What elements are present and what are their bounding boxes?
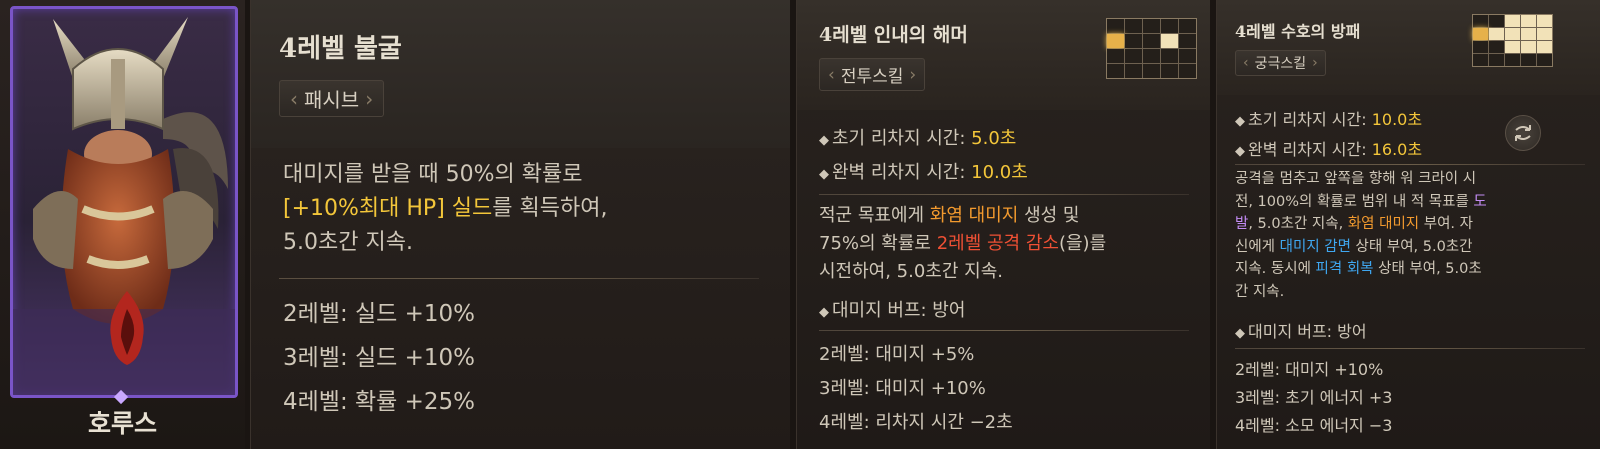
desc-text: 적군 목표에게 [819,205,930,226]
swap-arrows-icon [1515,125,1531,141]
ult-desc-line: 신에게 대미지 감면 상태 부여, 5.0초간 [1235,236,1597,259]
desc-text: 전, 100%의 확률로 범위 내 적 목표를 [1235,193,1474,210]
ultimate-title: 4레벨 수호의 방패 [1235,22,1361,41]
chevron-right-icon: › [365,86,374,111]
stat-value: 10.0초 [971,162,1028,183]
ultimate-level-3: 3레벨: 초기 에너지 +3 [1235,388,1393,407]
desc-text: 상태 부여, 5.0초간 [1350,238,1473,255]
battle-title: 4레벨 인내의 해머 [819,24,968,46]
stat-label: 초기 리차지 시간: [832,128,972,149]
desc-text: 부여. 자 [1419,216,1473,232]
damage-reduction-highlight: 대미지 감면 [1279,238,1351,255]
desc-text: 신에게 [1235,238,1280,255]
swap-icon[interactable] [1505,115,1541,151]
passive-level-4: 4레벨: 확률 +25% [283,389,476,415]
attack-down-highlight: 2레벨 공격 감소 [936,233,1059,254]
diamond-bullet-icon: ◆ [1235,326,1245,341]
passive-description: 대미지를 받을 때 50%의 확률로 [+10%최대 HP] 실드를 획득하여,… [283,158,773,260]
ultimate-level-2: 2레벨: 대미지 +10% [1235,360,1384,379]
battle-level-2: 2레벨: 대미지 +5% [819,344,975,365]
battle-desc-line: 적군 목표에게 화염 대미지 생성 및 [819,202,1204,230]
divider [1235,348,1585,349]
battle-initial-recharge: ◆ 초기 리차지 시간: 5.0초 [819,124,1016,150]
ult-desc-line: 지속. 동시에 피격 회복 상태 부여, 5.0초 [1235,258,1597,281]
diamond-bullet-icon: ◆ [819,305,829,320]
divider [819,194,1189,195]
ultimate-perfect-recharge: ◆ 완벽 리차지 시간: 16.0초 [1235,136,1422,160]
fire-emblem-icon [110,291,144,365]
desc-text: 상태 부여, 5.0초 [1373,261,1482,277]
fire-damage-highlight: 화염 대미지 [1347,216,1420,232]
passive-tag-label: 패시브 [304,88,360,112]
passive-tag: ‹ 패시브 › [279,80,385,117]
ultimate-level-4: 4레벨: 소모 에너지 −3 [1235,416,1393,435]
stat-label: 완벽 리차지 시간: [832,162,972,183]
character-panel: 호루스 [0,0,245,449]
ultimate-buff: ◆ 대미지 버프: 방어 [1235,318,1367,342]
character-portrait[interactable] [10,6,238,398]
diamond-bullet-icon: ◆ [819,167,829,182]
ultimate-skill-card[interactable]: 4레벨 수호의 방패 ‹ 궁극스킬 › ◆ 초기 리차지 시간: 10.0초 ◆ 완… [1216,0,1600,449]
character-name: 호루스 [87,409,157,438]
buff-text: 대미지 버프: 방어 [832,300,966,321]
battle-perfect-recharge: ◆ 완벽 리차지 시간: 10.0초 [819,158,1028,184]
ult-desc-line: 전, 100%의 확률로 범위 내 적 목표를 도 [1235,191,1597,214]
battle-description: 적군 목표에게 화염 대미지 생성 및 75%의 확률로 2레벨 공격 감소(을… [819,202,1204,286]
battle-level-3: 3레벨: 대미지 +10% [819,378,986,399]
passive-desc-line: 대미지를 받을 때 50%의 확률로 [283,162,583,187]
passive-desc-text: 를 획득하여, [492,196,608,221]
diamond-bullet-icon: ◆ [1235,114,1245,129]
ult-desc-line: 공격을 멈추고 앞쪽을 향해 워 크라이 시 [1235,171,1477,187]
battle-level-4: 4레벨: 리차지 시간 −2초 [819,412,1013,433]
range-grid-icon [1106,18,1197,79]
battle-desc-line: 75%의 확률로 2레벨 공격 감소(을)를 [819,230,1204,258]
passive-desc-line: 5.0초간 지속. [283,230,413,255]
desc-text: 75%의 확률로 [819,233,937,254]
ultimate-tag: ‹ 궁극스킬 › [1235,50,1326,76]
chevron-left-icon: ‹ [290,86,298,111]
desc-text: (을)를 [1058,233,1107,254]
diamond-bullet-icon: ◆ [1235,144,1245,159]
passive-level-2: 2레벨: 실드 +10% [283,301,476,327]
stat-label: 완벽 리차지 시간: [1248,140,1372,159]
ultimate-initial-recharge: ◆ 초기 리차지 시간: 10.0초 [1235,106,1422,130]
stat-value: 5.0초 [971,128,1017,149]
ult-desc-line: 간 지속. [1235,283,1285,300]
passive-skill-card[interactable]: 4레벨 불굴 ‹ 패시브 › 대미지를 받을 때 50%의 확률로 [+10%최… [250,0,790,449]
desc-text: , 5.0초간 지속, [1248,216,1348,232]
buff-text: 대미지 버프: 방어 [1248,322,1367,341]
divider [1235,164,1585,165]
shield-highlight: [+10%최대 HP] 실드 [283,196,493,221]
chevron-left-icon: ‹ [828,64,835,85]
passive-level-3: 3레벨: 실드 +10% [283,345,476,371]
chevron-right-icon: › [909,64,917,85]
divider [279,278,759,279]
battle-tag: ‹ 전투스킬 › [819,58,926,91]
taunt-highlight: 도 [1473,193,1487,210]
divider [819,330,1189,331]
range-grid-icon [1472,14,1553,67]
passive-desc-line: [+10%최대 HP] 실드를 획득하여, [283,192,773,226]
chevron-right-icon: › [1312,55,1318,71]
battle-tag-label: 전투스킬 [840,67,904,87]
battle-desc-line: 시전하여, 5.0초간 지속. [819,261,1003,282]
passive-header [251,0,790,148]
passive-title: 4레벨 불굴 [279,34,402,64]
diamond-bullet-icon: ◆ [819,133,829,148]
desc-text: 생성 및 [1018,205,1080,226]
ult-desc-line: 발, 5.0초간 지속, 화염 대미지 부여. 자 [1235,213,1597,236]
stat-value: 16.0초 [1371,140,1423,159]
battle-buff: ◆ 대미지 버프: 방어 [819,296,965,322]
desc-text: 지속. 동시에 [1235,261,1316,277]
stat-value: 10.0초 [1371,110,1423,129]
taunt-highlight: 발 [1235,216,1249,232]
ultimate-description: 공격을 멈추고 앞쪽을 향해 워 크라이 시 전, 100%의 확률로 범위 내… [1235,168,1597,303]
hit-recovery-highlight: 피격 회복 [1315,261,1374,277]
fire-damage-highlight: 화염 대미지 [929,205,1019,226]
ultimate-tag-label: 궁극스킬 [1254,56,1307,72]
chevron-left-icon: ‹ [1243,55,1249,71]
stat-label: 초기 리차지 시간: [1248,110,1372,129]
